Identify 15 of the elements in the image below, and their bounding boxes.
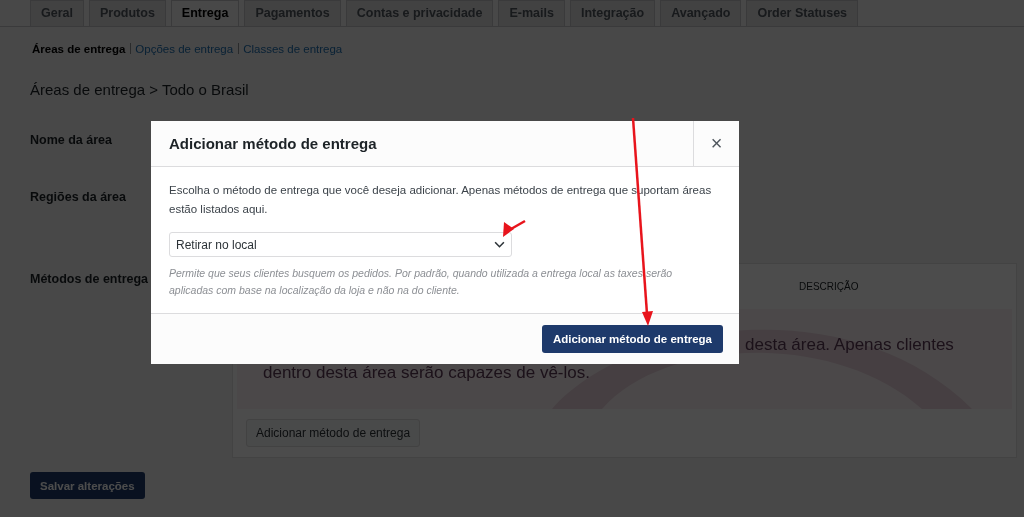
field-label: Nome da área <box>30 133 112 147</box>
subnav-link[interactable]: Opções de entrega <box>135 41 234 56</box>
subnav-link[interactable]: Classes de entrega <box>243 41 343 56</box>
close-button[interactable]: × <box>693 121 739 166</box>
modal-title: Adicionar método de entrega <box>168 135 377 152</box>
method-help-text: Permite que seus clientes busquem os pedidos. Por padrão, quando utilizada a entrega local as taxes serão aplicadas com base na localização da loja e não na do cliente. <box>169 266 674 298</box>
annotation-arrow <box>503 219 526 237</box>
field-label: Métodos de entrega <box>30 271 149 287</box>
method-select[interactable]: Retirar no local <box>169 232 512 257</box>
chevron-down-icon <box>494 241 505 248</box>
subnav-link[interactable]: Áreas de entrega <box>32 41 126 56</box>
column-header: DESCRIÇÃO <box>799 281 859 292</box>
add-method-button[interactable]: Adicionar método de entrega <box>541 325 723 353</box>
field-label: Regiões da área <box>30 190 126 204</box>
page-heading: Áreas de entrega > Todo o Brasil <box>30 81 250 99</box>
